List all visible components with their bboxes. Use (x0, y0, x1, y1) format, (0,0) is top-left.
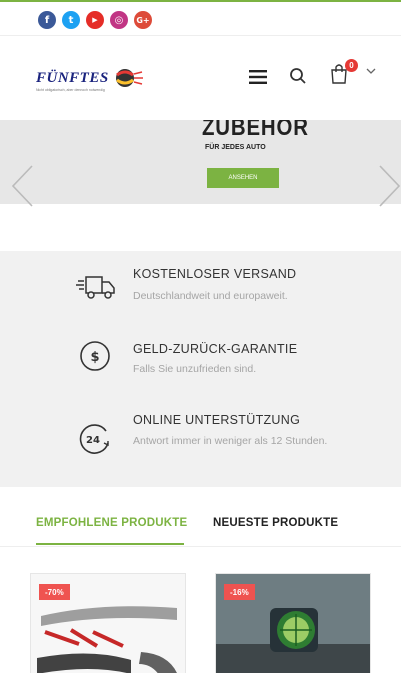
slider-prev-icon[interactable] (10, 164, 34, 208)
product-tabs: EMPFOHLENE PRODUKTE NEUESTE PRODUKTE (0, 487, 401, 547)
logo-tagline: Nicht obligatorisch, aber dennoch notwen… (36, 88, 105, 92)
logo-text: FÜNFTES (36, 70, 109, 86)
feature-title: ONLINE UNTERSTÜTZUNG (133, 413, 301, 427)
twitter-icon[interactable]: t (62, 11, 80, 29)
slider-next-icon[interactable] (378, 164, 401, 208)
feature-desc: Deutschlandweit und europaweit. (133, 290, 288, 302)
feature-title: KOSTENLOSER VERSAND (133, 267, 297, 281)
svg-text:$: $ (90, 350, 99, 365)
feature-desc: Falls Sie unzufrieden sind. (133, 363, 257, 375)
features-section: KOSTENLOSER VERSAND Deutschlandweit und … (0, 251, 401, 487)
chevron-down-icon[interactable] (366, 68, 376, 75)
discount-badge: -16% (224, 584, 255, 600)
feature-desc: Antwort immer in weniger als 12 Stunden. (133, 435, 328, 447)
slide-subtitle: FÜR JEDES AUTO (205, 144, 266, 151)
cart-count-badge: 0 (345, 59, 358, 72)
googleplus-icon[interactable]: G+ (134, 11, 152, 29)
instagram-icon[interactable]: ◎ (110, 11, 128, 29)
slide-cta-button[interactable]: ANSEHEN (207, 168, 279, 188)
product-card[interactable]: -16% (215, 573, 371, 673)
truck-icon (76, 276, 115, 299)
tab-featured-products[interactable]: EMPFOHLENE PRODUKTE (36, 517, 187, 529)
discount-badge: -70% (39, 584, 70, 600)
product-card[interactable]: -70% (30, 573, 186, 673)
slide: ZUBEHÖR FÜR JEDES AUTO ANSEHEN (0, 120, 401, 204)
menu-icon[interactable] (249, 70, 267, 84)
site-logo[interactable]: FÜNFTES Nicht obligatorisch, aber dennoc… (36, 66, 146, 100)
page: f t ▶ ◎ G+ FÜNFTES Nicht obligatorisch, … (0, 0, 401, 673)
slide-title: ZUBEHÖR (202, 120, 309, 141)
tab-newest-products[interactable]: NEUESTE PRODUKTE (213, 517, 338, 529)
dollar-icon: $ (80, 341, 110, 371)
product-grid: -70% -16% (0, 547, 401, 673)
hero-slider: ZUBEHÖR FÜR JEDES AUTO ANSEHEN (0, 120, 401, 248)
active-tab-indicator (36, 543, 184, 545)
social-links: f t ▶ ◎ G+ (38, 11, 152, 29)
social-bar: f t ▶ ◎ G+ (0, 0, 401, 36)
svg-text:24: 24 (86, 435, 100, 446)
support-24-icon: 24 (79, 424, 109, 454)
feature-title: GELD-ZURÜCK-GARANTIE (133, 342, 298, 356)
facebook-icon[interactable]: f (38, 11, 56, 29)
search-icon[interactable] (289, 67, 307, 85)
logo-ball-icon (116, 69, 143, 87)
youtube-icon[interactable]: ▶ (86, 11, 104, 29)
